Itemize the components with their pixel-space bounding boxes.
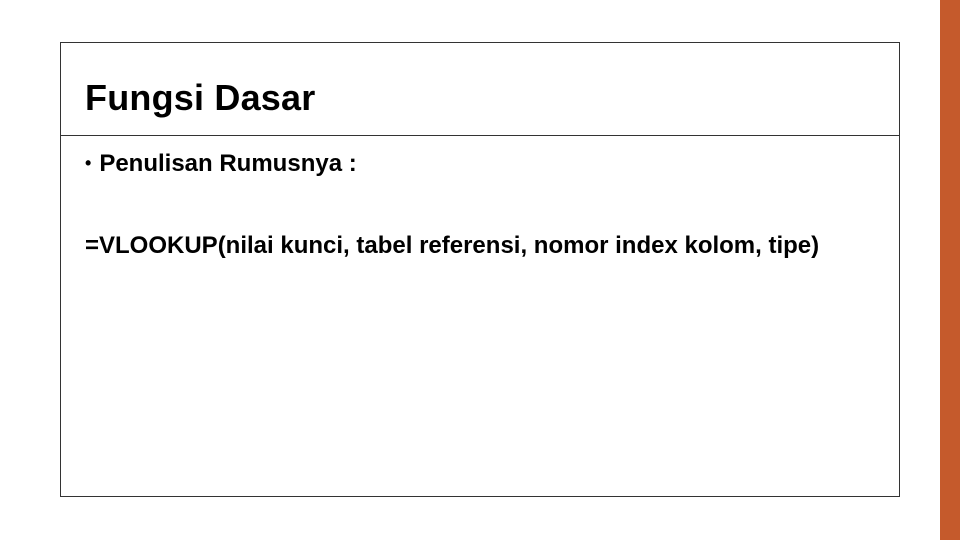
bullet-marker: • xyxy=(85,154,91,172)
slide-title: Fungsi Dasar xyxy=(85,77,875,119)
formula-text: =VLOOKUP(nilai kunci, tabel referensi, n… xyxy=(85,230,875,261)
bullet-line: • Penulisan Rumusnya : xyxy=(85,150,875,178)
title-block: Fungsi Dasar xyxy=(61,43,899,136)
body-block: • Penulisan Rumusnya : =VLOOKUP(nilai ku… xyxy=(61,136,899,261)
accent-bar xyxy=(940,0,960,540)
slide-frame: Fungsi Dasar • Penulisan Rumusnya : =VLO… xyxy=(60,42,900,497)
bullet-text: Penulisan Rumusnya : xyxy=(99,150,356,178)
